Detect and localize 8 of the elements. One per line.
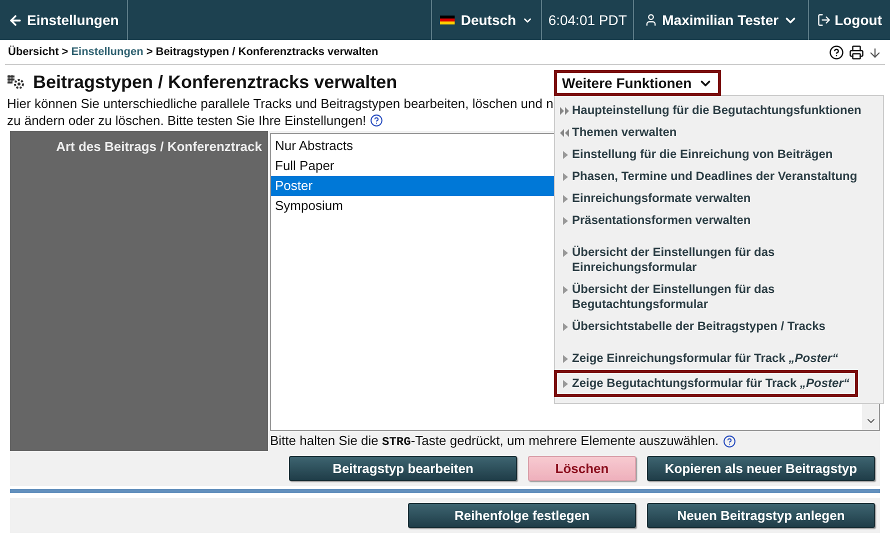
- breadcrumb-separator: >: [62, 45, 68, 60]
- description-text: zu ändern oder zu löschen. Bitte testen Sie Ihre Einstellungen!: [7, 112, 366, 129]
- description-text: Hier können Sie unterschiedliche parallele Tracks und Beitragstypen bearbeiten, löschen und n: [7, 95, 554, 112]
- field-label: Art des Beitrags / Konferenztrack: [10, 131, 268, 451]
- page-title: Beitragstypen / Konferenztracks verwalten: [33, 70, 398, 94]
- breadcrumb-separator: >: [146, 45, 153, 60]
- hint-text: Bitte halten Sie die STRG-Taste gedrückt, um mehrere Elemente auszuwählen.: [270, 432, 719, 451]
- clock-time: 6:04:01 PDT: [542, 0, 634, 40]
